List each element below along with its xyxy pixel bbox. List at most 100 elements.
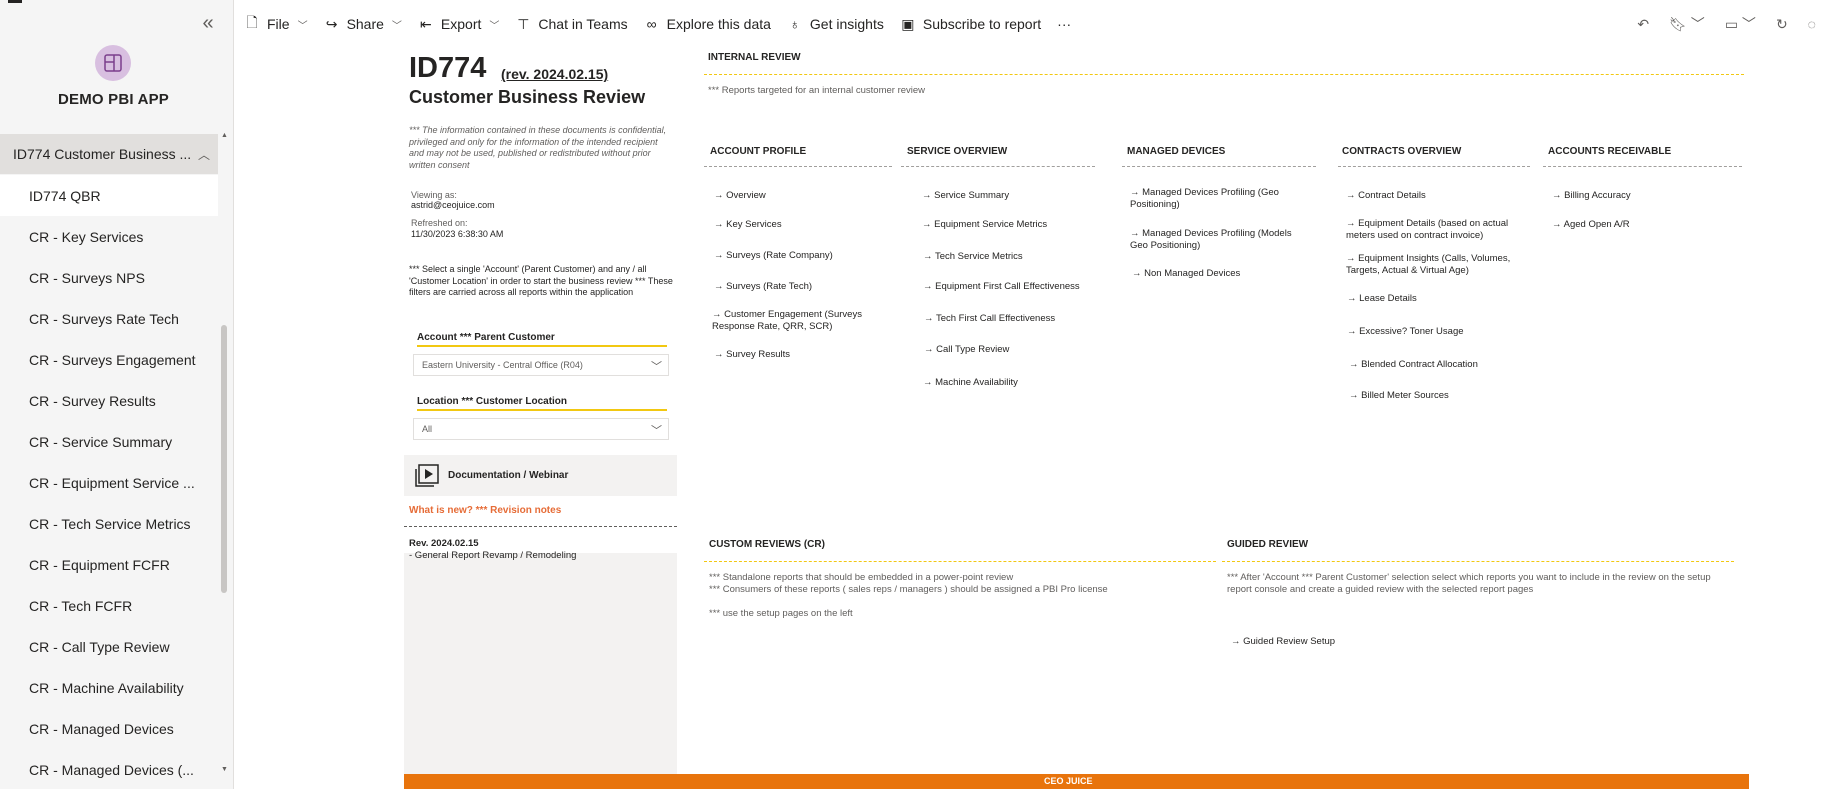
divider — [704, 166, 892, 167]
file-label: File — [267, 16, 290, 32]
sidebar-scrollbar[interactable] — [221, 325, 227, 593]
sidebar-item[interactable]: CR - Service Summary — [0, 421, 218, 462]
file-icon: 🗋 — [246, 14, 258, 30]
more-options-button[interactable]: ··· — [1049, 7, 1079, 41]
link-lease-details[interactable]: → Lease Details — [1347, 293, 1417, 305]
link-equipment-insights[interactable]: → Equipment Insights (Calls, Volumes, Ta… — [1346, 253, 1526, 277]
bookmark-icon[interactable]: 🔖︎ ﹀ — [1659, 14, 1715, 34]
get-insights-button[interactable]: ♁ Get insights — [779, 7, 892, 41]
chevron-down-icon: ﹀ — [651, 425, 662, 437]
link-excessive-toner-usage[interactable]: → Excessive? Toner Usage — [1347, 326, 1464, 338]
sidebar-item[interactable]: CR - Surveys Engagement — [0, 339, 218, 380]
accounts-receivable-heading: ACCOUNTS RECEIVABLE — [1548, 146, 1672, 157]
link-equipment-details[interactable]: → Equipment Details (based on actual met… — [1346, 218, 1526, 242]
confidential-note: *** The information contained in these d… — [409, 125, 667, 170]
nav-section-report[interactable]: ID774 Customer Business ... ︿ — [0, 134, 218, 174]
divider — [901, 166, 1095, 167]
documentation-button[interactable]: Documentation / Webinar — [404, 455, 677, 496]
export-button[interactable]: ⇤ Export ﹀ — [410, 7, 507, 41]
comment-icon[interactable]: ◌ — [1798, 16, 1826, 32]
link-service-summary[interactable]: → Service Summary — [922, 190, 1009, 202]
explore-data-button[interactable]: ∞ Explore this data — [636, 7, 779, 41]
link-guided-review-setup[interactable]: → Guided Review Setup — [1231, 636, 1335, 648]
link-survey-results[interactable]: → Survey Results — [714, 349, 790, 361]
link-call-type-review[interactable]: → Call Type Review — [924, 344, 1009, 356]
link-equipment-fce[interactable]: → Equipment First Call Effectiveness — [923, 281, 1080, 293]
sidebar-item[interactable]: CR - Tech Service Metrics — [0, 503, 218, 544]
menu-mark — [8, 0, 22, 3]
app-name: DEMO PBI APP — [57, 91, 170, 108]
link-customer-engagement[interactable]: → Customer Engagement (Surveys Response … — [712, 309, 887, 333]
report-revision: (rev. 2024.02.15) — [501, 66, 609, 82]
link-tech-fce[interactable]: → Tech First Call Effectiveness — [924, 313, 1055, 325]
divider — [404, 526, 677, 527]
link-surveys-rate-company[interactable]: → Surveys (Rate Company) — [714, 250, 833, 262]
link-billing-accuracy[interactable]: → Billing Accuracy — [1552, 190, 1631, 202]
file-menu-button[interactable]: 🗋 File ﹀ — [236, 7, 316, 41]
report-subtitle: Customer Business Review — [409, 87, 646, 107]
link-billed-meter-sources[interactable]: → Billed Meter Sources — [1349, 390, 1449, 402]
revision-note: - General Report Revamp / Remodeling — [409, 550, 577, 561]
link-managed-devices-geo[interactable]: → Managed Devices Profiling (Geo Positio… — [1130, 187, 1305, 211]
link-aged-open-ar[interactable]: → Aged Open A/R — [1552, 219, 1630, 231]
report-canvas: ID774 (rev. 2024.02.15) Customer Busines… — [404, 48, 1749, 789]
guided-review-note: *** After 'Account *** Parent Customer' … — [1227, 572, 1711, 595]
reset-icon[interactable]: ↶ — [1627, 16, 1659, 33]
scroll-down-icon[interactable]: ▼ — [221, 766, 228, 773]
sidebar-item[interactable]: CR - Equipment Service ... — [0, 462, 218, 503]
link-overview[interactable]: → Overview — [714, 190, 766, 202]
link-non-managed-devices[interactable]: → Non Managed Devices — [1132, 268, 1240, 280]
sidebar-item[interactable]: CR - Surveys Rate Tech — [0, 298, 218, 339]
link-machine-availability[interactable]: → Machine Availability — [923, 377, 1018, 389]
insights-label: Get insights — [809, 16, 884, 32]
internal-review-heading: INTERNAL REVIEW — [708, 52, 801, 63]
documentation-label: Documentation / Webinar — [448, 470, 569, 481]
refreshed-label: Refreshed on: — [411, 218, 468, 228]
link-tech-service-metrics[interactable]: → Tech Service Metrics — [923, 251, 1023, 263]
account-filter-value: Eastern University - Central Office (R04… — [422, 360, 583, 370]
divider — [1543, 166, 1742, 167]
footer-bar: CEO JUICE — [404, 774, 1749, 789]
link-blended-contract-allocation[interactable]: → Blended Contract Allocation — [1349, 359, 1478, 371]
location-filter-title: Location *** Customer Location — [417, 396, 667, 411]
sidebar-item[interactable]: CR - Call Type Review — [0, 626, 218, 667]
account-filter-dropdown[interactable]: Eastern University - Central Office (R04… — [413, 354, 669, 376]
guided-review-heading: GUIDED REVIEW — [1227, 539, 1309, 550]
share-button[interactable]: ↪ Share ﹀ — [316, 7, 410, 41]
sidebar-item[interactable]: CR - Tech FCFR — [0, 585, 218, 626]
sidebar-item[interactable]: CR - Managed Devices (... — [0, 749, 218, 789]
custom-reviews-heading: CUSTOM REVIEWS (CR) — [709, 539, 825, 550]
divider — [1338, 166, 1530, 167]
viewing-as-value: astrid@ceojuice.com — [411, 200, 495, 210]
ceojuice-logo: CEO JUICE — [1044, 776, 1093, 786]
view-icon[interactable]: ▭ ﹀ — [1715, 14, 1766, 34]
custom-reviews-note-1: *** Standalone reports that should be em… — [709, 572, 1014, 583]
export-icon: ⇤ — [420, 15, 432, 32]
service-overview-heading: SERVICE OVERVIEW — [907, 146, 1008, 157]
chat-in-teams-button[interactable]: ⊤ Chat in Teams — [507, 7, 635, 41]
sidebar-item[interactable]: CR - Survey Results — [0, 380, 218, 421]
link-contract-details[interactable]: → Contract Details — [1346, 190, 1426, 202]
sidebar-item[interactable]: CR - Managed Devices — [0, 708, 218, 749]
nav-list: ID774 QBR CR - Key Services CR - Surveys N… — [0, 175, 218, 789]
link-managed-devices-models-geo[interactable]: → Managed Devices Profiling (Models Geo … — [1130, 228, 1305, 252]
collapse-sidebar-icon[interactable]: « — [198, 12, 218, 34]
app-sidebar: « DEMO PBI APP ID774 Customer Business .… — [0, 0, 234, 789]
link-key-services[interactable]: → Key Services — [714, 219, 782, 231]
sidebar-item[interactable]: ID774 QBR — [0, 175, 218, 216]
sidebar-item[interactable]: CR - Surveys NPS — [0, 257, 218, 298]
link-equipment-service-metrics[interactable]: → Equipment Service Metrics — [922, 219, 1047, 231]
refresh-icon[interactable]: ↻ — [1766, 16, 1798, 33]
share-icon: ↪ — [325, 15, 338, 32]
sidebar-item[interactable]: CR - Equipment FCFR — [0, 544, 218, 585]
share-label: Share — [346, 16, 384, 32]
account-filter-title: Account *** Parent Customer — [417, 332, 667, 347]
chevron-down-icon: ﹀ — [651, 361, 662, 373]
subscribe-button[interactable]: ▣ Subscribe to report — [892, 7, 1049, 41]
link-surveys-rate-tech[interactable]: → Surveys (Rate Tech) — [714, 281, 812, 293]
location-filter-dropdown[interactable]: All ﹀ — [413, 418, 669, 440]
app-icon — [95, 45, 131, 81]
sidebar-item[interactable]: CR - Machine Availability — [0, 667, 218, 708]
sidebar-item[interactable]: CR - Key Services — [0, 216, 218, 257]
scroll-up-icon[interactable]: ▲ — [221, 132, 228, 139]
